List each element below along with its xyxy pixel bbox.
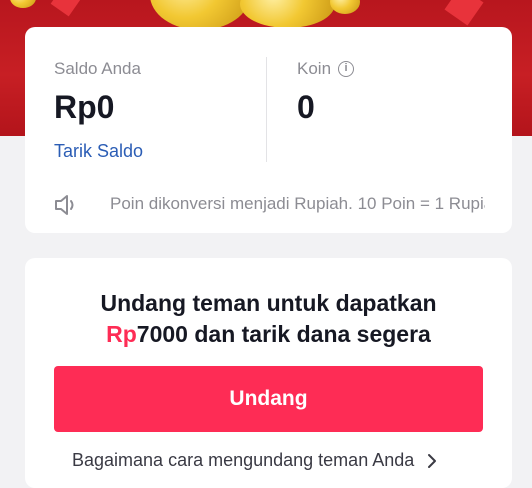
balance-card: Saldo Anda Rp0 Tarik Saldo Koin i 0 Poin… — [25, 27, 512, 233]
coin-label: Koin — [297, 59, 332, 78]
chevron-right-icon — [428, 454, 437, 469]
invite-button[interactable]: Undang — [54, 366, 483, 432]
info-icon[interactable]: i — [338, 61, 354, 77]
withdraw-link[interactable]: Tarik Saldo — [54, 141, 143, 162]
coin-graphic — [150, 0, 250, 30]
saldo-label: Saldo Anda — [54, 59, 141, 78]
invite-title-line2: Rp7000 dan tarik dana segera — [25, 319, 512, 350]
decor-shape — [444, 0, 484, 26]
coin-graphic — [10, 0, 36, 8]
conversion-notice: Poin dikonversi menjadi Rupiah. 10 Poin … — [110, 194, 485, 213]
invite-title-line1: Undang teman untuk dapatkan — [100, 290, 437, 316]
invite-amount-text: 7000 dan tarik dana segera — [136, 321, 431, 347]
saldo-value: Rp0 — [54, 89, 115, 125]
coin-graphic — [240, 0, 335, 28]
coin-value: 0 — [297, 89, 315, 125]
coin-graphic — [330, 0, 360, 14]
invite-title: Undang teman untuk dapatkan Rp7000 dan t… — [25, 288, 512, 350]
howto-label: Bagaimana cara mengundang teman Anda — [72, 450, 415, 470]
currency-prefix: Rp — [106, 321, 137, 347]
decor-shape — [50, 0, 82, 17]
speaker-icon — [55, 195, 74, 215]
howto-link[interactable]: Bagaimana cara mengundang teman Anda — [72, 450, 437, 471]
invite-card: Undang teman untuk dapatkan Rp7000 dan t… — [25, 258, 512, 488]
column-divider — [266, 57, 267, 162]
